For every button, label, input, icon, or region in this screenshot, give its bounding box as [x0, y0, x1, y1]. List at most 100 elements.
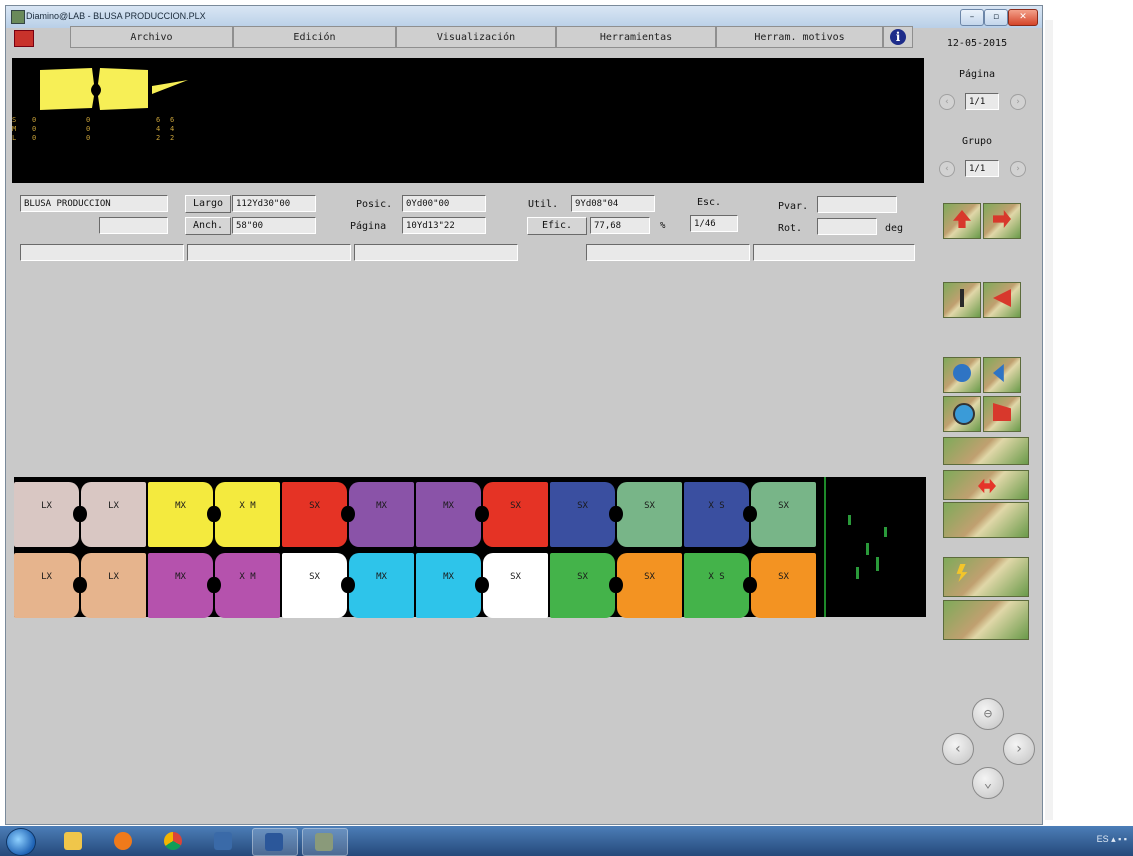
marker-piece[interactable]: LX — [75, 553, 146, 618]
marker-piece[interactable]: X M — [209, 482, 280, 547]
marker-piece[interactable]: SX — [282, 482, 353, 547]
posic-label: Posic. — [356, 199, 393, 210]
page-next-button[interactable]: › — [1010, 94, 1026, 110]
marker-piece[interactable]: LX — [14, 553, 85, 618]
piece-size-label: SX — [510, 572, 521, 582]
taskbar-media[interactable] — [102, 828, 146, 854]
split-tool-icon[interactable] — [983, 282, 1021, 318]
zoom-tool-icon[interactable] — [943, 396, 981, 432]
group-prev-button[interactable]: ‹ — [939, 161, 955, 177]
rot-field[interactable] — [817, 218, 877, 235]
marker-piece[interactable]: SX — [611, 553, 682, 618]
rot-label: Rot. — [778, 223, 803, 234]
marker-name-field[interactable]: BLUSA PRODUCCION — [20, 195, 168, 212]
empty-field-1[interactable] — [99, 217, 168, 234]
nav-left-button[interactable]: ‹ — [942, 733, 974, 765]
marker-piece[interactable]: MX — [343, 553, 414, 618]
menu-herramientas[interactable]: Herramientas — [556, 26, 716, 48]
marker-piece[interactable]: LX — [75, 482, 146, 547]
nav-right-button[interactable]: › — [1003, 733, 1035, 765]
move-right-tool-icon[interactable] — [983, 203, 1021, 239]
group-next-button[interactable]: › — [1010, 161, 1026, 177]
taskbar-tool[interactable] — [202, 828, 246, 854]
marker-piece[interactable]: MX — [343, 482, 414, 547]
pagina-label: Página — [350, 221, 387, 232]
marker-piece[interactable]: SX — [477, 553, 548, 618]
flip-tool-icon[interactable] — [983, 357, 1021, 393]
app-tool-icon — [214, 832, 232, 850]
stack-down-tool-icon[interactable] — [943, 282, 981, 318]
marker-piece[interactable]: SX — [745, 553, 816, 618]
rotate-tool-icon[interactable] — [943, 357, 981, 393]
app-logo-icon — [11, 10, 25, 24]
marker-piece[interactable]: SX — [282, 553, 353, 618]
taskbar-chrome[interactable] — [152, 828, 196, 854]
piece-size-label: SX — [510, 501, 521, 511]
move-up-tool-icon[interactable] — [943, 203, 981, 239]
taskbar: ES ▴ ▪ ▪ — [0, 826, 1133, 856]
largo-button[interactable]: Largo — [185, 195, 231, 213]
cut-tool-icon[interactable] — [983, 396, 1021, 432]
page-field[interactable]: 1/1 — [965, 93, 999, 110]
marker-piece[interactable]: MX — [416, 482, 487, 547]
esc-field[interactable]: 1/46 — [690, 215, 738, 232]
status-field-5 — [753, 244, 915, 261]
close-button[interactable]: ✕ — [1008, 9, 1038, 26]
posic-field[interactable]: 0Yd00"00 — [402, 195, 486, 212]
align-tools-icon[interactable] — [943, 437, 1029, 465]
swap-tool-icon[interactable] — [943, 470, 1029, 500]
language-indicator[interactable]: ES — [1097, 834, 1109, 844]
info-button[interactable]: i — [883, 26, 913, 48]
pvar-field[interactable] — [817, 196, 897, 213]
marker-piece[interactable]: X S — [684, 482, 755, 547]
rot-unit: deg — [885, 223, 904, 234]
maximize-button[interactable]: ▫ — [984, 9, 1008, 26]
marker-piece[interactable]: MX — [148, 482, 219, 547]
marker-row-top: LX LX MX X M SX MX MX SX SX SX X S SX — [14, 482, 926, 552]
marker-piece[interactable]: MX — [416, 553, 487, 618]
start-button[interactable] — [6, 828, 36, 856]
exit-icon[interactable] — [14, 30, 34, 47]
taskbar-word[interactable] — [252, 828, 298, 856]
media-player-icon — [114, 832, 132, 850]
marker-preview[interactable]: S0066 M0044 L0022 — [12, 58, 924, 183]
drag-pieces-tool-icon[interactable] — [943, 502, 1029, 538]
menu-visualizacion[interactable]: Visualización — [396, 26, 556, 48]
menu-herram-motivos[interactable]: Herram. motivos — [716, 26, 883, 48]
marker-piece[interactable]: SX — [550, 553, 621, 618]
marker-piece[interactable]: SX — [477, 482, 548, 547]
minimize-button[interactable]: – — [960, 9, 984, 26]
marker-piece[interactable]: X M — [209, 553, 280, 618]
title-bar[interactable]: Diamino@LAB - BLUSA PRODUCCION.PLX – ▫ ✕ — [6, 6, 1042, 28]
marker-piece[interactable]: SX — [550, 482, 621, 547]
pagina-field[interactable]: 10Yd13"22 — [402, 217, 486, 234]
page-prev-button[interactable]: ‹ — [939, 94, 955, 110]
auto-nest-tool-icon[interactable] — [943, 557, 1029, 597]
taskbar-diamino[interactable] — [302, 828, 348, 856]
marker-layout[interactable]: LX LX MX X M SX MX MX SX SX SX X S SX LX LX MX X M SX MX… — [14, 477, 926, 618]
taskbar-explorer[interactable] — [52, 828, 96, 854]
piece-size-label: SX — [577, 572, 588, 582]
marker-piece[interactable]: SX — [745, 482, 816, 547]
marker-piece[interactable]: MX — [148, 553, 219, 618]
piece-set-tool-icon[interactable] — [943, 600, 1029, 640]
efic-field[interactable]: 77,68 — [590, 217, 650, 234]
marker-piece[interactable]: LX — [14, 482, 85, 547]
group-field[interactable]: 1/1 — [965, 160, 999, 177]
nav-up-button[interactable]: ⊖ — [972, 698, 1004, 730]
group-label: Grupo — [961, 136, 993, 147]
preview-piece-2 — [98, 68, 148, 110]
piece-size-label: SX — [644, 572, 655, 582]
menu-archivo[interactable]: Archivo — [70, 26, 233, 48]
anch-field[interactable]: 58"00 — [232, 217, 316, 234]
anch-button[interactable]: Anch. — [185, 217, 231, 235]
marker-piece[interactable]: X S — [684, 553, 755, 618]
small-pieces-area — [844, 507, 904, 587]
efic-button[interactable]: Efic. — [527, 217, 587, 235]
menu-edicion[interactable]: Edición — [233, 26, 396, 48]
util-field[interactable]: 9Yd08"04 — [571, 195, 655, 212]
date-display: 12-05-2015 — [946, 38, 1008, 49]
marker-piece[interactable]: SX — [611, 482, 682, 547]
largo-field[interactable]: 112Yd30"00 — [232, 195, 316, 212]
nav-down-button[interactable]: ⌄ — [972, 767, 1004, 799]
